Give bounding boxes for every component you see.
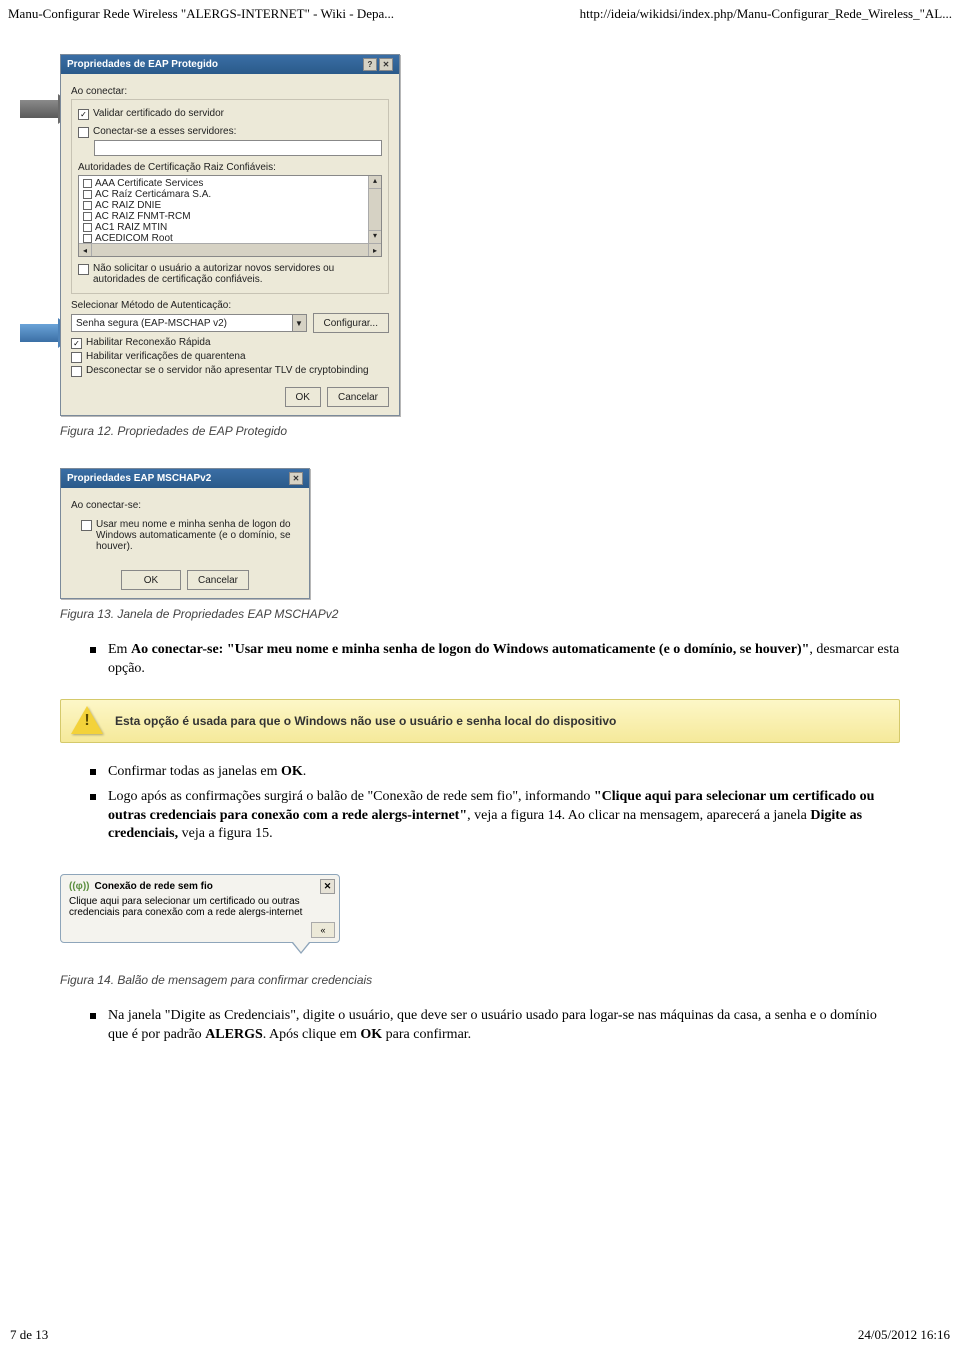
dialog2-titlebar: Propriedades EAP MSCHAPv2 ✕ [61, 469, 309, 488]
caption-figure-12: Figura 12. Propriedades de EAP Protegido [60, 424, 900, 438]
dialog2-title: Propriedades EAP MSCHAPv2 [67, 473, 211, 484]
cert-checkbox[interactable] [83, 234, 92, 243]
cert-item-1: AC Raíz Certicámara S.A. [81, 189, 379, 200]
cert-checkbox[interactable] [83, 223, 92, 232]
scroll-up-icon[interactable]: ▴ [368, 176, 381, 189]
scroll-right-icon[interactable]: ▸ [368, 244, 381, 256]
cert-item-2: AC RAIZ DNIE [81, 200, 379, 211]
banner-text: Esta opção é usada para que o Windows nã… [115, 714, 616, 728]
auth-method-value: Senha segura (EAP-MSCHAP v2) [72, 318, 292, 329]
caption-figure-13: Figura 13. Janela de Propriedades EAP MS… [60, 607, 900, 621]
bullet-list-1: Em Ao conectar-se: "Usar meu nome e minh… [60, 641, 900, 679]
cert-checkbox[interactable] [83, 201, 92, 210]
cert-item-0: AAA Certificate Services [81, 178, 379, 189]
dialog1-titlebar: Propriedades de EAP Protegido ? ✕ [61, 55, 399, 74]
cert-checkbox[interactable] [83, 179, 92, 188]
checkbox-no-prompt[interactable] [78, 264, 89, 275]
header-right: http://ideia/wikidsi/index.php/Manu-Conf… [580, 6, 952, 22]
root-authorities-list[interactable]: AAA Certificate Services AC Raíz Certicá… [78, 175, 382, 257]
checkbox-auto-logon[interactable] [81, 520, 92, 531]
scroll-down-icon[interactable]: ▾ [368, 230, 381, 243]
cert-item-3: AC RAIZ FNMT-RCM [81, 211, 379, 222]
label-auto-logon: Usar meu nome e minha senha de logon do … [96, 519, 295, 552]
info-banner: Esta opção é usada para que o Windows nã… [60, 699, 900, 743]
label-auth-method: Selecionar Método de Autenticação: [71, 300, 389, 311]
label-fast-reconnect: Habilitar Reconexão Rápida [86, 337, 211, 348]
label-quarantine: Habilitar verificações de quarentena [86, 351, 246, 362]
checkbox-connect-servers[interactable] [78, 127, 89, 138]
checkbox-fast-reconnect[interactable] [71, 338, 82, 349]
warning-icon [71, 706, 105, 736]
scroll-track[interactable] [368, 189, 381, 230]
checkbox-cryptobinding[interactable] [71, 366, 82, 377]
label-no-prompt: Não solicitar o usuário a autorizar novo… [93, 263, 382, 285]
mschap-dialog: Propriedades EAP MSCHAPv2 ✕ Ao conectar-… [60, 468, 310, 599]
cert-checkbox[interactable] [83, 212, 92, 221]
balloon-title: Conexão de rede sem fio [94, 881, 212, 892]
page-number: 7 de 13 [10, 1327, 48, 1343]
configure-button[interactable]: Configurar... [313, 313, 389, 333]
label-on-connect: Ao conectar: [71, 86, 389, 97]
label-connect-servers: Conectar-se a esses servidores: [93, 126, 236, 137]
bullet-list-3: Na janela "Digite as Credenciais", digit… [60, 1007, 900, 1045]
dialog2-ok-button[interactable]: OK [121, 570, 181, 590]
bullet-item-2a: Confirmar todas as janelas em OK. [90, 763, 900, 782]
eap-protected-dialog: Propriedades de EAP Protegido ? ✕ Ao con… [60, 54, 400, 416]
figure-13-block: Propriedades EAP MSCHAPv2 ✕ Ao conectar-… [60, 468, 900, 599]
page-header: Manu-Configurar Rede Wireless "ALERGS-IN… [0, 0, 960, 24]
help-icon[interactable]: ? [363, 58, 377, 71]
dialog1-cancel-button[interactable]: Cancelar [327, 387, 389, 407]
label-validate-cert: Validar certificado do servidor [93, 108, 224, 119]
bullet-list-2: Confirmar todas as janelas em OK. Logo a… [60, 763, 900, 845]
bullet-item-2b: Logo após as confirmações surgirá o balã… [90, 788, 900, 845]
auth-method-select[interactable]: Senha segura (EAP-MSCHAP v2) ▼ [71, 314, 307, 332]
caption-figure-14: Figura 14. Balão de mensagem para confir… [60, 973, 900, 987]
horizontal-scrollbar[interactable]: ◂ ▸ [79, 243, 381, 256]
balloon-body: Clique aqui para selecionar um certifica… [69, 896, 331, 918]
close-icon[interactable]: ✕ [320, 879, 335, 894]
dialog2-cancel-button[interactable]: Cancelar [187, 570, 249, 590]
label-root-authorities: Autoridades de Certificação Raiz Confiáv… [78, 162, 382, 173]
collapse-icon[interactable]: « [311, 922, 335, 938]
close-icon[interactable]: ✕ [379, 58, 393, 71]
checkbox-validate-cert[interactable] [78, 109, 89, 120]
close-icon[interactable]: ✕ [289, 472, 303, 485]
timestamp: 24/05/2012 16:16 [858, 1327, 950, 1343]
bullet-item-3: Na janela "Digite as Credenciais", digit… [90, 1007, 900, 1045]
wifi-icon: ((φ)) [69, 881, 89, 892]
header-left: Manu-Configurar Rede Wireless "ALERGS-IN… [8, 6, 394, 22]
figure-12-block: Propriedades de EAP Protegido ? ✕ Ao con… [60, 54, 410, 416]
label-cryptobinding: Desconectar se o servidor não apresentar… [86, 365, 369, 376]
cert-item-4: AC1 RAIZ MTIN [81, 222, 379, 233]
label-on-connect-2: Ao conectar-se: [71, 500, 299, 511]
scroll-left-icon[interactable]: ◂ [79, 244, 92, 256]
dialog1-title: Propriedades de EAP Protegido [67, 59, 218, 70]
dialog1-ok-button[interactable]: OK [285, 387, 321, 407]
figure-14-block: ✕ ((φ)) Conexão de rede sem fio Clique a… [60, 874, 900, 943]
bullet-item-1: Em Ao conectar-se: "Usar meu nome e minh… [90, 641, 900, 679]
page-footer: 7 de 13 24/05/2012 16:16 [0, 1323, 960, 1347]
cert-checkbox[interactable] [83, 190, 92, 199]
checkbox-quarantine[interactable] [71, 352, 82, 363]
main-content: Propriedades de EAP Protegido ? ✕ Ao con… [0, 54, 960, 1085]
wifi-balloon[interactable]: ✕ ((φ)) Conexão de rede sem fio Clique a… [60, 874, 340, 943]
chevron-down-icon[interactable]: ▼ [292, 315, 306, 331]
input-servers[interactable] [94, 140, 382, 156]
